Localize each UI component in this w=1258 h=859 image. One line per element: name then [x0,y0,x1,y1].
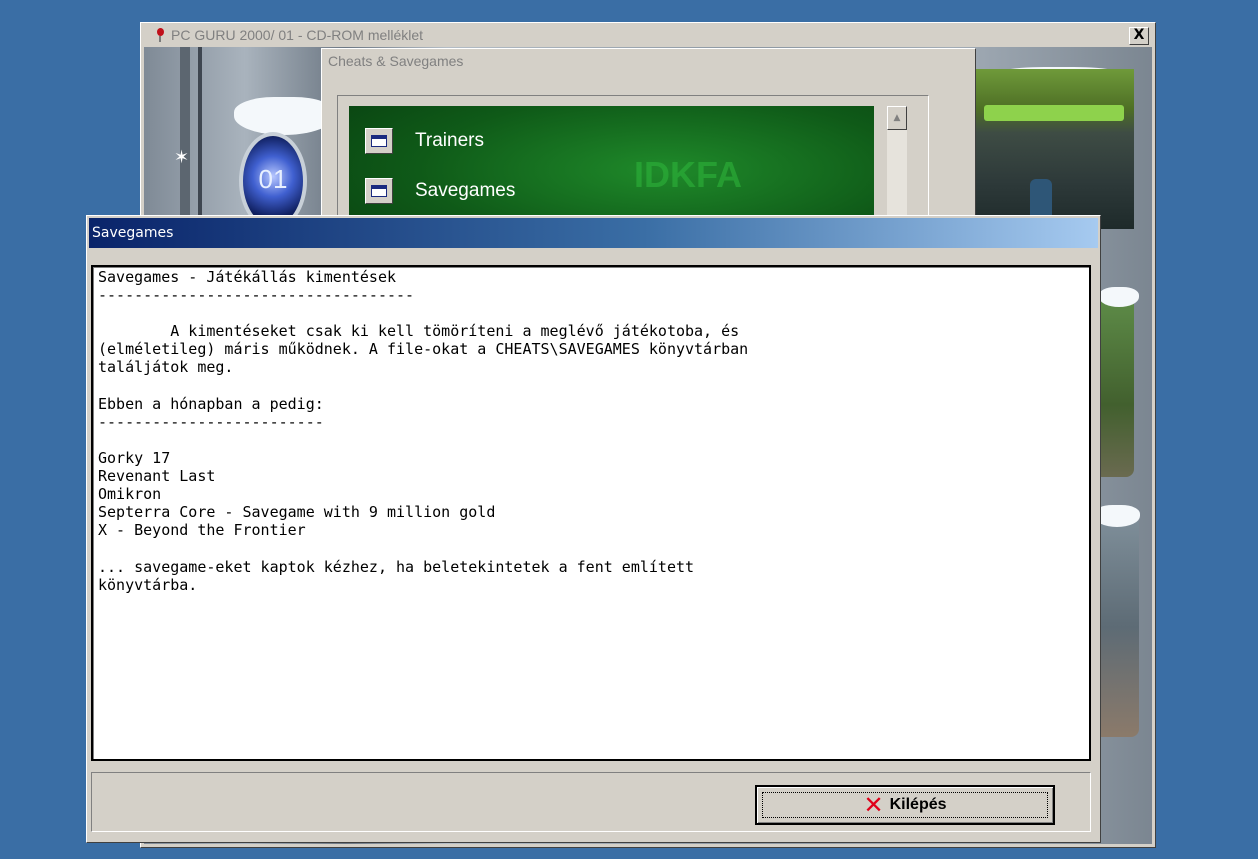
savegames-window: Savegames Savegames - Játékállás kimenté… [86,215,1101,843]
text-line: találjátok meg. [98,358,234,377]
text-line [98,431,1084,449]
scene-figure [1030,179,1052,219]
menu-item-trainers[interactable]: Trainers [365,128,484,154]
text-line [98,304,1084,322]
scroll-up-button[interactable]: ▲ [887,106,907,130]
text-line: Revenant Last [98,467,216,486]
focus-rect [762,792,1048,818]
cheats-titlebar[interactable]: Cheats & Savegames [322,49,975,73]
main-titlebar[interactable]: PC GURU 2000/ 01 - CD-ROM melléklet [141,23,1155,47]
snow-cap [234,97,334,135]
text-line: (elméletileg) máris működnek. A file-oka… [98,340,749,359]
menu-item-savegames[interactable]: Savegames [365,178,515,204]
orb-label: 01 [258,164,288,194]
menu-item-label[interactable]: Savegames [415,180,515,202]
menu-item-label[interactable]: Trainers [415,130,484,152]
text-line: Gorky 17 [98,448,171,467]
text-line: Ebben a hónapban a pedig: [98,394,324,413]
text-line: A kimentéseket csak ki kell tömöríteni a… [98,322,740,341]
text-line: ... savegame-eket kaptok kézhez, ha bele… [98,557,695,576]
exit-button[interactable]: ✕ Kilépés [755,785,1055,825]
game-scene-image [974,69,1134,229]
text-line [98,377,1084,395]
text-line: könyvtárba. [98,575,198,594]
document-icon[interactable] [365,128,393,154]
savegames-titlebar[interactable]: Savegames [89,218,1098,248]
text-line: ----------------------------------- [98,286,415,305]
text-line: Septerra Core - Savegame with 9 million … [98,503,496,522]
text-line [98,539,1084,557]
text-line: X - Beyond the Frontier [98,521,306,540]
snow-cap [1099,287,1139,307]
main-window-title: PC GURU 2000/ 01 - CD-ROM melléklet [171,27,424,43]
sparkle-icon: ✶ [174,147,190,168]
text-line: Omikron [98,485,162,504]
text-line: ------------------------- [98,412,324,431]
app-icon [155,28,165,42]
savegames-text-area[interactable]: Savegames - Játékállás kimentések ------… [91,265,1091,761]
scene-detail [984,105,1124,121]
watermark-text: IDKFA [634,154,742,195]
text-line: Savegames - Játékállás kimentések [98,268,397,286]
document-icon[interactable] [365,178,393,204]
close-button[interactable]: X [1129,27,1149,45]
